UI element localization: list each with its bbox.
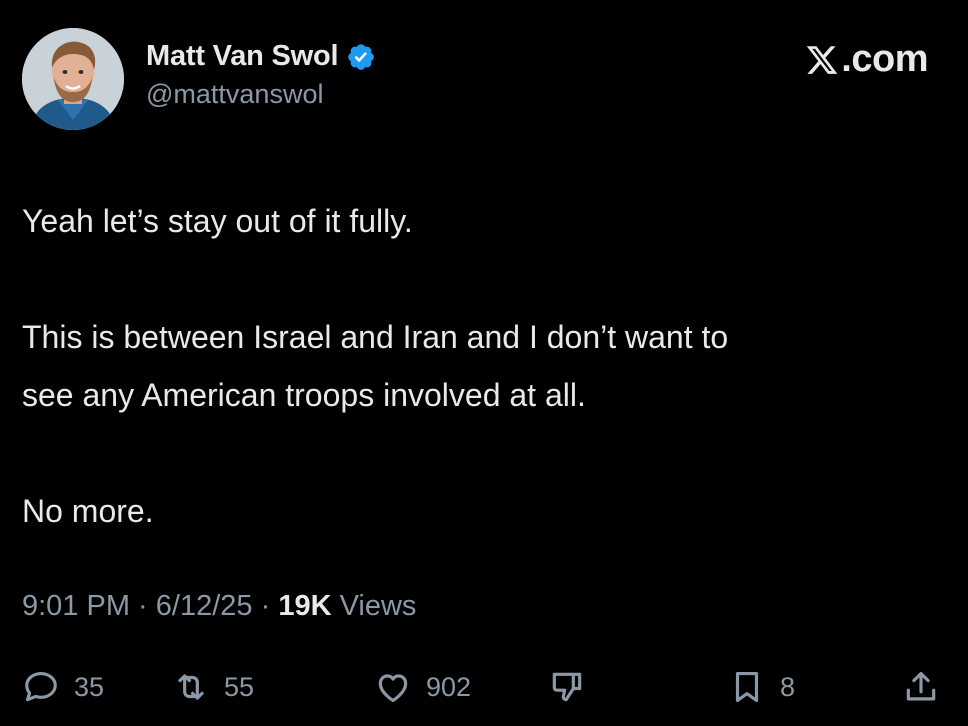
repost-count: 55: [224, 671, 255, 702]
like-count: 902: [426, 671, 472, 702]
tweet-text: Yeah let’s stay out of it fully. This is…: [22, 192, 942, 540]
like-button[interactable]: 902: [374, 662, 471, 712]
reply-button[interactable]: 35: [22, 662, 104, 712]
tweet-time[interactable]: 9:01 PM: [22, 590, 130, 622]
tweet-meta: 9:01 PM · 6/12/25 · 19K Views: [22, 590, 416, 623]
tweet-line: No more.: [22, 493, 154, 529]
brand-watermark: .com: [805, 38, 928, 81]
repost-icon: [178, 674, 204, 700]
action-bar: 35 55 902 8: [22, 662, 942, 712]
display-name[interactable]: Matt Van Swol: [146, 40, 339, 73]
brand-domain: .com: [841, 38, 928, 80]
reply-icon: [25, 671, 57, 702]
display-name-row: Matt Van Swol: [146, 40, 376, 73]
reply-count: 35: [74, 671, 105, 702]
views-count: 19K: [278, 590, 332, 622]
avatar[interactable]: [22, 28, 124, 130]
share-icon: [906, 671, 936, 701]
meta-separator: ·: [252, 590, 279, 622]
verified-badge-icon: [346, 42, 376, 72]
author-handle[interactable]: @mattvanswol: [146, 79, 376, 110]
views-label: Views: [331, 590, 417, 622]
downvote-button[interactable]: [548, 662, 586, 712]
tweet-line: This is between Israel and Iran and I do…: [22, 319, 729, 355]
x-logo-icon: [807, 45, 838, 74]
repost-button[interactable]: 55: [172, 662, 254, 712]
thumbs-down-icon: [552, 672, 582, 702]
bookmark-icon: [735, 671, 759, 703]
meta-separator: ·: [130, 590, 156, 622]
avatar-image: [22, 28, 124, 130]
share-button[interactable]: [902, 662, 940, 712]
bookmark-count: 8: [780, 671, 796, 702]
tweet-date[interactable]: 6/12/25: [156, 590, 253, 622]
heart-icon: [378, 674, 408, 703]
tweet-line: see any American troops involved at all.: [22, 377, 586, 413]
bookmark-button[interactable]: 8: [728, 662, 795, 712]
tweet-line: Yeah let’s stay out of it fully.: [22, 203, 413, 239]
author-names: Matt Van Swol @mattvanswol: [146, 40, 376, 110]
tweet-header: Matt Van Swol @mattvanswol .com: [22, 28, 928, 138]
